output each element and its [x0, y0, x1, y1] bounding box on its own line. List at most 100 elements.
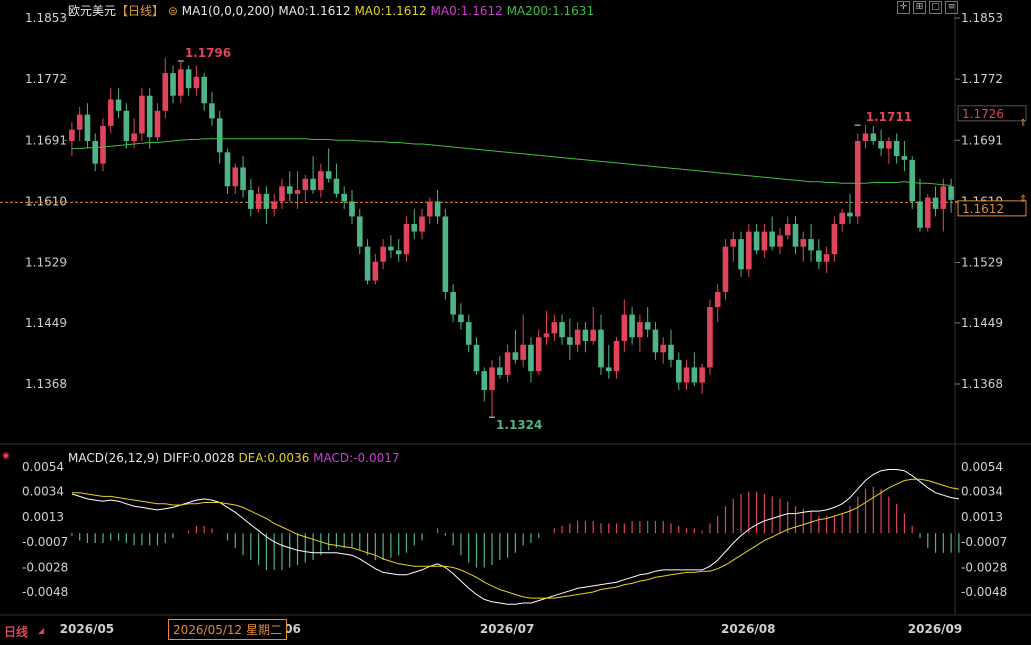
layout-icon[interactable]: ≡ — [945, 1, 958, 14]
candle-body — [76, 114, 83, 130]
candle-body — [302, 178, 309, 191]
candle-body — [473, 344, 480, 372]
settings-icon[interactable]: ⊜ — [168, 4, 178, 18]
candle-body — [559, 322, 565, 338]
candle-body — [668, 344, 674, 360]
candle-body — [582, 329, 589, 341]
price-tick-left: 1.1853 — [25, 11, 67, 25]
candle-body — [652, 329, 659, 353]
candle-body — [792, 224, 799, 247]
macd-tick-left: 0.0034 — [22, 485, 64, 499]
candle-body — [92, 141, 99, 164]
candle-body — [567, 337, 573, 345]
ma200-line — [71, 138, 952, 186]
candle-body — [146, 95, 153, 138]
date-tick: 2026/08 — [721, 622, 775, 636]
candle-body — [777, 235, 783, 247]
macd-tick-left: -0.0028 — [22, 560, 68, 574]
candle-body — [932, 197, 939, 209]
candle-body — [637, 322, 643, 338]
period-dropdown-icon[interactable]: ◢ — [38, 626, 44, 635]
candle-body — [248, 190, 254, 209]
candle-body — [730, 239, 737, 247]
ma1-label: MA1(0,0,0,200) — [181, 4, 275, 18]
ma0-magenta-value: MA0:1.1612 — [430, 4, 503, 18]
candle-body — [613, 340, 620, 372]
candle-body — [816, 250, 822, 262]
candle-body — [528, 344, 534, 372]
candle-body — [193, 76, 200, 89]
period-tab[interactable]: 日线 — [4, 623, 28, 640]
candle-body — [629, 314, 635, 338]
price-tick-left: 1.1610 — [25, 194, 67, 208]
candle-body — [831, 224, 838, 255]
macd-tick-right: -0.0028 — [961, 560, 1007, 574]
candle-body — [940, 186, 947, 209]
macd-hist-value: MACD:-0.0017 — [313, 451, 400, 465]
candle-body — [590, 329, 596, 341]
candle-body — [746, 231, 752, 270]
zoom-icon[interactable]: ⊞ — [913, 1, 926, 14]
scroll-up-icon[interactable]: ⇑ — [1019, 118, 1027, 129]
candle-body — [318, 171, 324, 191]
candle-body — [162, 73, 169, 111]
candle-body — [240, 167, 246, 191]
candle-body — [644, 322, 651, 330]
candle-body — [621, 314, 628, 341]
candle-body — [419, 216, 425, 232]
chart-canvas[interactable]: 1.1853 1.1853 1.1772 1.1772 1.1691 1.1691 1.16… — [0, 0, 1031, 641]
candle-body — [691, 367, 698, 383]
candle-body — [131, 133, 137, 142]
candle-body — [255, 193, 262, 209]
candle-body — [839, 212, 845, 225]
candle-body — [784, 224, 791, 236]
candle-body — [738, 239, 744, 270]
macd-diff-value: DIFF:0.0028 — [162, 451, 235, 465]
candle-body — [753, 231, 760, 251]
candle-body — [178, 69, 184, 96]
candle-body — [465, 322, 472, 345]
candle-body — [395, 250, 402, 255]
candle-body — [403, 224, 410, 255]
macd-tick-left: -0.0048 — [22, 585, 68, 599]
candle-body — [185, 69, 192, 89]
candle-body — [388, 246, 394, 251]
candle-body — [808, 239, 814, 251]
candle-body — [100, 125, 106, 164]
candle-body — [854, 141, 861, 217]
candle-body — [504, 352, 511, 375]
price-tick-left: 1.1772 — [25, 72, 67, 86]
candle-body — [115, 99, 122, 111]
candle-body — [683, 367, 690, 383]
price-tick-right: 1.1691 — [961, 133, 1003, 147]
candle-body — [434, 201, 441, 217]
period-label[interactable]: 【日线】 — [116, 4, 164, 18]
candle-body — [450, 291, 456, 315]
candle-body — [598, 329, 604, 368]
maximize-icon[interactable]: □ — [929, 1, 942, 14]
candle-body — [574, 329, 581, 345]
candle-body — [769, 231, 775, 247]
candle-body — [224, 152, 231, 187]
candle-body — [139, 95, 145, 134]
crosshair-icon[interactable]: ✛ — [897, 1, 910, 14]
date-tick: 2026/07 — [480, 622, 534, 636]
candle-body — [232, 167, 239, 187]
candle-body — [286, 186, 293, 194]
indicator-marker-icon[interactable]: ◉ — [2, 451, 10, 461]
candle-body — [279, 186, 285, 202]
price-tick-left: 1.1449 — [25, 316, 67, 330]
candle-body — [924, 197, 931, 228]
candle-body — [823, 254, 830, 262]
ma0-yellow-value: MA0:1.1612 — [354, 4, 427, 18]
price-pin-icon[interactable]: ⇕ — [1019, 194, 1027, 205]
candle-body — [847, 212, 853, 217]
symbol-name: 欧元美元 — [68, 4, 117, 18]
cursor-date-box: 2026/05/12 星期二 — [168, 619, 287, 640]
recent-high-annotation: 1.1711 — [866, 110, 912, 124]
candle-body — [901, 156, 908, 160]
macd-tick-right: 0.0054 — [961, 460, 1003, 474]
candle-body — [481, 371, 488, 391]
candle-body — [107, 99, 114, 126]
candle-body — [154, 110, 161, 138]
